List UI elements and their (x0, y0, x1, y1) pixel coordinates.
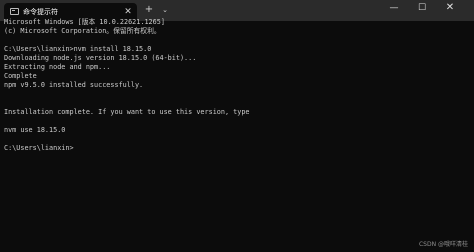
minimize-button[interactable]: — (380, 0, 408, 16)
new-tab-button[interactable]: + (143, 4, 155, 16)
tab-dropdown-chevron-icon[interactable]: ⌄ (159, 4, 171, 16)
terminal-window: 命令提示符 ✕ + ⌄ — ☐ ✕ Microsoft Windows [版本 … (0, 0, 474, 252)
terminal-line: Microsoft Windows [版本 10.0.22621.1265] (4, 18, 165, 26)
terminal-line: Extracting node and npm... (4, 63, 111, 71)
tab-title: 命令提示符 (23, 8, 58, 16)
terminal-icon (10, 8, 19, 15)
tab-close-icon[interactable]: ✕ (122, 6, 134, 18)
terminal-output[interactable]: Microsoft Windows [版本 10.0.22621.1265] (… (4, 18, 470, 238)
terminal-line: npm v9.5.0 installed successfully. (4, 81, 144, 89)
terminal-line: Downloading node.js version 18.15.0 (64-… (4, 54, 197, 62)
terminal-line: (c) Microsoft Corporation。保留所有权利。 (4, 27, 161, 35)
terminal-prompt: C:\Users\lianxin> (4, 144, 74, 152)
watermark: CSDN @哦咩清桂 (418, 241, 468, 248)
terminal-line: nvm use 18.15.0 (4, 126, 66, 134)
terminal-line: Complete (4, 72, 37, 80)
close-window-button[interactable]: ✕ (436, 0, 464, 16)
maximize-button[interactable]: ☐ (408, 0, 436, 16)
terminal-line: C:\Users\lianxin>nvm install 18.15.0 (4, 45, 152, 53)
terminal-line: Installation complete. If you want to us… (4, 108, 250, 116)
